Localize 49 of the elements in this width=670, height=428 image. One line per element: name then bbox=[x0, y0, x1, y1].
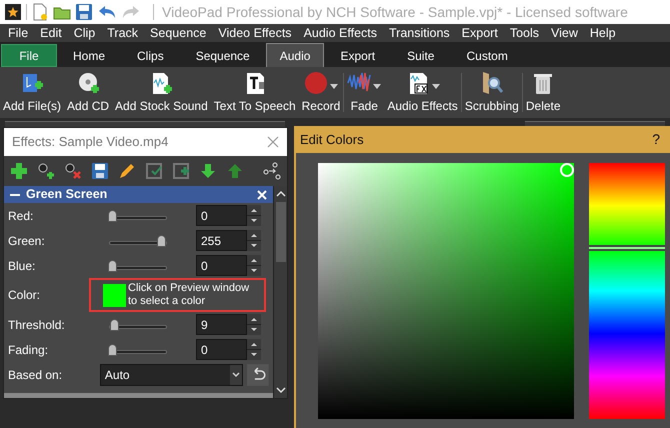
number-field[interactable]: 0 bbox=[196, 255, 247, 276]
menu-item[interactable]: Export bbox=[456, 24, 504, 42]
toolbar-button[interactable]: Record bbox=[298, 67, 344, 118]
field-label: Color: bbox=[8, 287, 42, 304]
toolbar-button[interactable]: Fade bbox=[344, 67, 384, 118]
toolbar-button[interactable]: Add Stock Sound bbox=[112, 67, 211, 118]
menu-item[interactable]: Help bbox=[584, 24, 622, 42]
toolbar-button[interactable]: Delete bbox=[522, 67, 564, 118]
menu-item[interactable]: Tools bbox=[504, 24, 545, 42]
ribbon-tab[interactable]: File bbox=[1, 44, 57, 67]
toolbar-button[interactable]: Text To Speech bbox=[210, 67, 299, 118]
number-field[interactable]: 0 bbox=[196, 339, 247, 360]
toolbar-button[interactable]: Add File(s) bbox=[0, 67, 64, 118]
effect-header[interactable]: Green Screen bbox=[4, 186, 273, 203]
menu-item[interactable]: Sequence bbox=[144, 24, 212, 42]
menu-item[interactable]: File bbox=[2, 24, 34, 42]
hint-text: Click on Preview window to select a color bbox=[128, 282, 250, 308]
menu-item[interactable]: Transitions bbox=[383, 24, 456, 42]
ribbon-tab[interactable]: Audio bbox=[266, 43, 324, 67]
field-label: Green: bbox=[8, 232, 46, 250]
number-field[interactable]: 255 bbox=[196, 230, 247, 251]
menu-item[interactable]: Video Effects bbox=[212, 24, 298, 42]
toolbar-button[interactable]: Scrubbing bbox=[462, 67, 522, 118]
dropdown-field[interactable]: Auto bbox=[100, 364, 244, 386]
toolbar-button[interactable]: Audio Effects bbox=[384, 67, 461, 118]
ribbon-tab[interactable]: Home bbox=[57, 44, 122, 67]
number-field[interactable]: 0 bbox=[196, 205, 247, 226]
ribbon-tab[interactable]: Sequence bbox=[180, 44, 266, 67]
ribbon-tab[interactable]: Custom bbox=[450, 44, 524, 67]
ribbon-tab[interactable]: Export bbox=[324, 44, 392, 67]
menu-item[interactable]: Edit bbox=[34, 24, 68, 42]
menu-item[interactable]: Clip bbox=[68, 24, 102, 42]
field-label: Based on: bbox=[8, 367, 64, 384]
window-title: VideoPad Professional by NCH Software - Sample.vpj* - Licensed software bbox=[162, 2, 628, 22]
number-field[interactable]: 9 bbox=[196, 314, 247, 335]
color-picker-area[interactable]: Click on Preview window to select a color bbox=[89, 278, 266, 312]
field-label: Blue: bbox=[8, 258, 36, 274]
field-label: Threshold: bbox=[8, 316, 66, 334]
ribbon-tab[interactable]: Clips bbox=[121, 44, 180, 67]
field-label: Red: bbox=[8, 208, 34, 224]
menu-item[interactable]: Track bbox=[101, 24, 144, 42]
menu-item[interactable]: View bbox=[545, 24, 584, 42]
dialog-title: Edit Colors bbox=[300, 130, 364, 149]
panel-title: Effects: Sample Video.mp4 bbox=[12, 133, 168, 152]
ribbon-tab[interactable]: Suite bbox=[391, 44, 450, 67]
help-button[interactable]: ? bbox=[646, 129, 666, 150]
toolbar-button[interactable]: Add CD bbox=[64, 67, 112, 118]
field-label: Fading: bbox=[8, 342, 50, 358]
menu-item[interactable]: Audio Effects bbox=[298, 24, 383, 42]
